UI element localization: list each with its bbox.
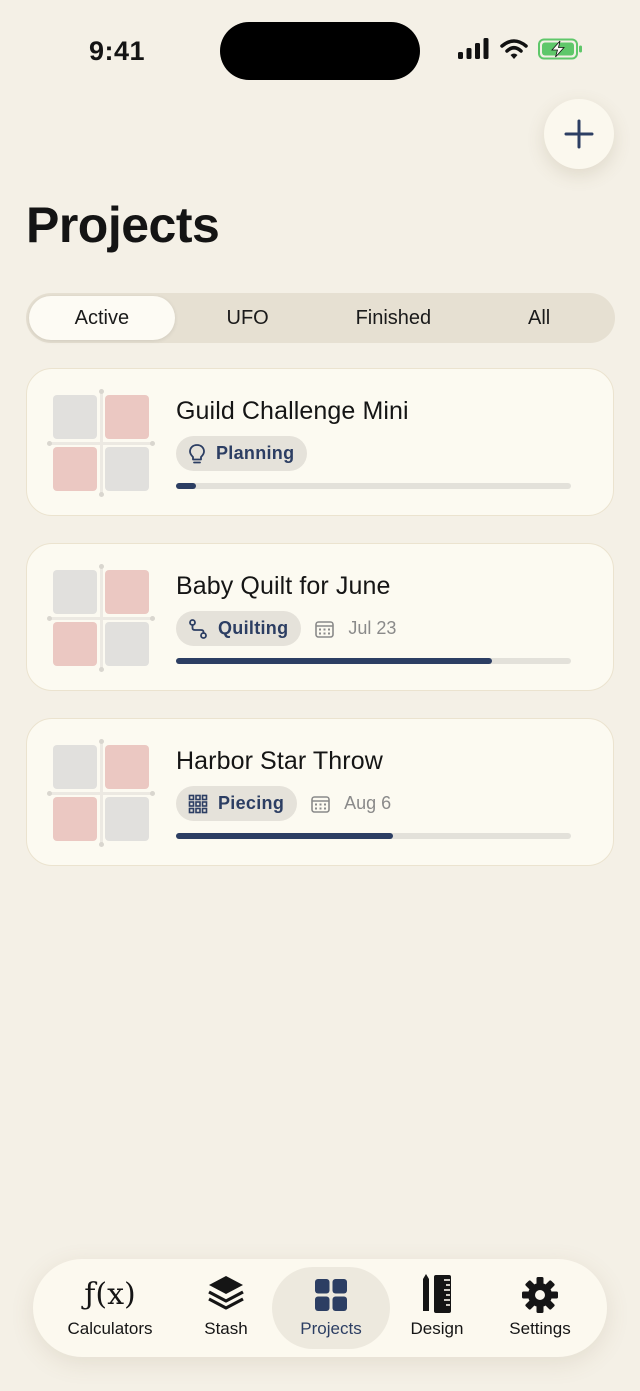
stage-label: Quilting [218, 618, 289, 638]
tab-bar: ƒ(x) Calculators Stash Projects Design S… [33, 1259, 607, 1357]
project-title: Guild Challenge Mini [176, 397, 409, 425]
tab-label: Stash [204, 1319, 248, 1338]
tab-design[interactable]: Design [397, 1267, 477, 1349]
tab-label: Calculators [67, 1319, 153, 1338]
status-bar: 9:41 [0, 0, 640, 100]
progress-bar [176, 833, 571, 839]
due-date: Jul 23 [315, 618, 396, 639]
wifi-icon [500, 39, 528, 59]
progress-fill [176, 658, 492, 664]
tab-projects[interactable]: Projects [272, 1267, 390, 1349]
add-project-button[interactable] [544, 99, 614, 169]
progress-bar [176, 483, 571, 489]
calendar-icon [311, 795, 330, 813]
tab-stash[interactable]: Stash [183, 1267, 269, 1349]
project-card[interactable]: Harbor Star Throw Piecing Aug 6 [26, 718, 614, 866]
due-date: Aug 6 [311, 793, 391, 814]
grid-icon [313, 1267, 349, 1315]
cellular-signal-icon [458, 38, 489, 59]
project-title: Baby Quilt for June [176, 572, 391, 600]
progress-fill [176, 833, 394, 839]
plus-icon [564, 119, 594, 149]
progress-bar [176, 658, 571, 664]
calendar-icon [315, 620, 335, 638]
function-icon: ƒ(x) [84, 1277, 136, 1312]
due-date-label: Aug 6 [344, 793, 392, 813]
grid-icon [188, 794, 208, 813]
battery-charging-icon [538, 38, 582, 60]
segment-active[interactable]: Active [29, 296, 175, 340]
dynamic-island [220, 22, 420, 80]
stage-label: Piecing [218, 793, 285, 813]
tab-calculators[interactable]: ƒ(x) Calculators [53, 1267, 167, 1349]
quilt-thumbnail [47, 389, 155, 497]
lightbulb-icon [189, 443, 205, 463]
stage-badge: Piecing [176, 786, 298, 821]
status-segmented-control: Active UFO Finished All [26, 293, 615, 343]
pencil-ruler-icon [419, 1267, 455, 1315]
due-date-label: Jul 23 [348, 618, 397, 638]
quilting-path-icon [189, 618, 207, 639]
tab-settings[interactable]: Settings [493, 1267, 587, 1349]
tab-label: Projects [300, 1319, 362, 1338]
status-icons [458, 38, 584, 60]
page-title: Projects [26, 197, 220, 253]
progress-fill [176, 483, 196, 489]
stage-badge: Planning [176, 436, 308, 471]
status-time: 9:41 [89, 36, 146, 66]
stage-badge: Quilting [176, 611, 302, 646]
stage-label: Planning [216, 443, 295, 463]
segment-finished[interactable]: Finished [321, 296, 467, 340]
segment-ufo[interactable]: UFO [175, 296, 321, 340]
project-card[interactable]: Guild Challenge Mini Planning [26, 368, 614, 516]
project-title: Harbor Star Throw [176, 747, 383, 775]
layers-icon [206, 1267, 246, 1315]
gear-icon [520, 1267, 560, 1315]
segment-all[interactable]: All [466, 296, 612, 340]
tab-label: Design [410, 1319, 464, 1338]
tab-label: Settings [509, 1319, 571, 1338]
quilt-thumbnail [47, 564, 155, 672]
quilt-thumbnail [47, 739, 155, 847]
project-card[interactable]: Baby Quilt for June Quilting Jul 23 [26, 543, 614, 691]
